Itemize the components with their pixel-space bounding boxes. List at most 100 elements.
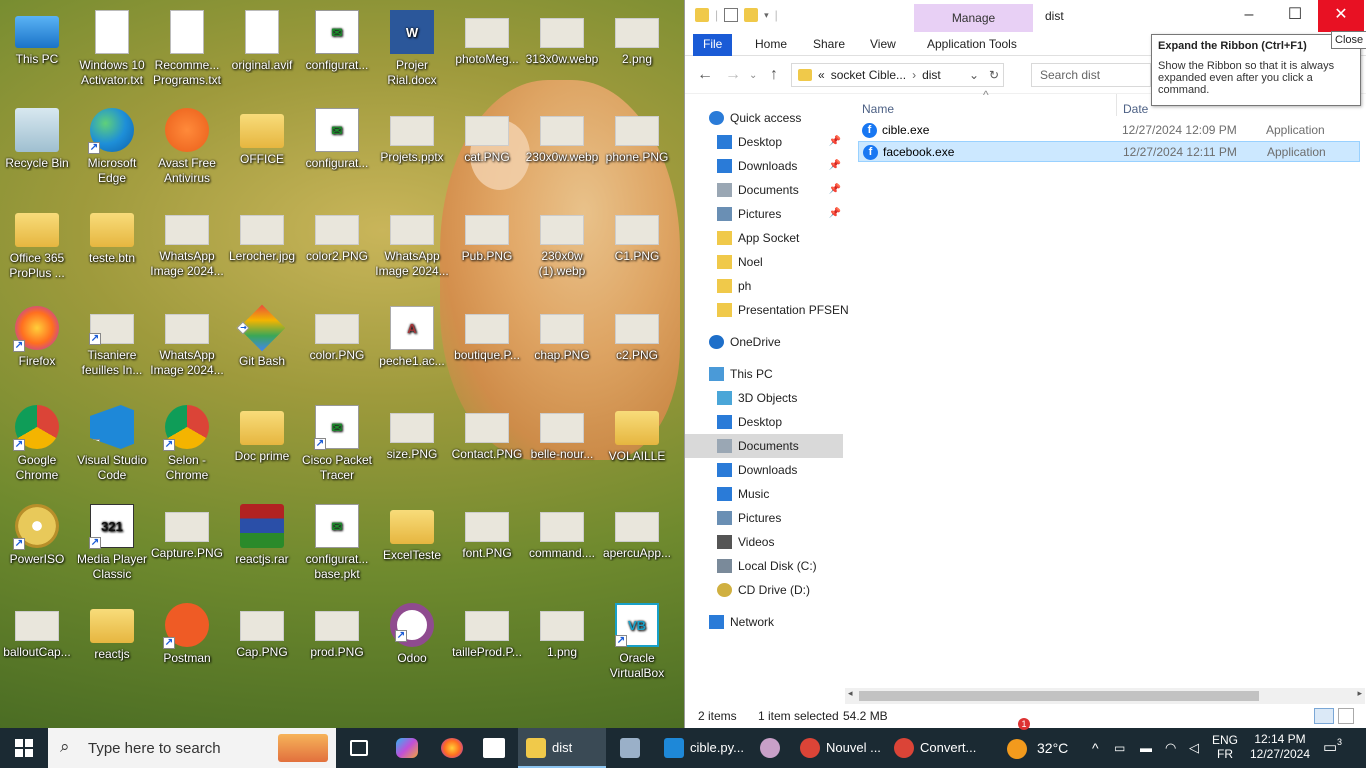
taskbar-search[interactable]: ⌕ Type here to search — [48, 728, 336, 768]
desktop-icon-thumb[interactable]: color2.PNG — [300, 203, 374, 264]
nav-item[interactable]: Videos — [685, 530, 843, 554]
nav-item[interactable]: Downloads 📌 — [685, 154, 843, 178]
back-arrow-icon[interactable]: ← — [697, 66, 713, 84]
desktop-icon-thumb[interactable]: Contact.PNG — [450, 401, 524, 462]
desktop-icon-thumb[interactable]: prod.PNG — [300, 599, 374, 660]
desktop-icon-thumb[interactable]: tailleProd.P... — [450, 599, 524, 660]
desktop-icon-thumb[interactable]: apercuApp... — [600, 500, 674, 561]
folder-icon[interactable] — [695, 8, 709, 22]
desktop-icon-pkt[interactable]: ✉ configurat... — [300, 6, 374, 73]
ribbon-tab-view[interactable]: View — [860, 34, 906, 56]
desktop-icon-folder[interactable]: Doc prime — [225, 401, 299, 464]
desktop-icon-thumb[interactable]: phone.PNG — [600, 104, 674, 165]
volume-icon[interactable]: ◁ — [1189, 728, 1199, 768]
desktop-icon-firefox[interactable]: ↗ Firefox — [0, 302, 74, 369]
taskbar-app[interactable]: Convert... — [886, 728, 982, 768]
nav-item[interactable]: Desktop 📌 — [685, 130, 843, 154]
nav-item[interactable]: App Socket — [685, 226, 843, 250]
taskbar-app[interactable] — [752, 728, 790, 768]
nav-item[interactable]: Quick access — [685, 106, 843, 130]
nav-item[interactable]: CD Drive (D:) — [685, 578, 843, 602]
desktop-icon-thumb[interactable]: WhatsApp Image 2024... — [375, 203, 449, 279]
desktop-icon-thumb[interactable]: 2.png — [600, 6, 674, 67]
nav-item[interactable]: Local Disk (C:) — [685, 554, 843, 578]
desktop-icon-disc[interactable]: ↗ PowerISO — [0, 500, 74, 567]
desktop-icon-odoo[interactable]: ↗ Odoo — [375, 599, 449, 666]
desktop-icon-thumb[interactable]: 1.png — [525, 599, 599, 660]
ribbon-tab-home[interactable]: Home — [745, 34, 797, 56]
desktop-icon-thumb[interactable]: chap.PNG — [525, 302, 599, 363]
scroll-right-icon[interactable]: ▸ — [1357, 688, 1362, 699]
new-folder-icon[interactable] — [744, 8, 759, 22]
desktop-icon-folder[interactable]: reactjs — [75, 599, 149, 662]
recent-chevron-icon[interactable]: ⌄ — [749, 70, 757, 81]
desktop-icon-postman[interactable]: ↗ Postman — [150, 599, 224, 666]
up-arrow-icon[interactable]: ↑ — [770, 66, 778, 84]
desktop-icon-thumb[interactable]: balloutCap... — [0, 599, 74, 660]
desktop-icon-folder[interactable]: ExcelTeste — [375, 500, 449, 563]
nav-item[interactable]: Pictures 📌 — [685, 202, 843, 226]
address-dropdown-icon[interactable]: ⌄ — [969, 68, 979, 82]
breadcrumb-segment[interactable]: socket Cible... — [831, 68, 906, 82]
desktop-icon-chrome[interactable]: ↗ Google Chrome — [0, 401, 74, 483]
ribbon-tab-application-tools[interactable]: Application Tools — [917, 34, 1027, 56]
desktop-icon-word[interactable]: W Projer Rial.docx — [375, 6, 449, 88]
taskbar-app[interactable]: cible.py... — [656, 728, 750, 768]
desktop-icon-thumb[interactable]: Cap.PNG — [225, 599, 299, 660]
desktop-icon-vbox[interactable]: VB ↗ Oracle VirtualBox — [600, 599, 674, 681]
nav-item[interactable]: Documents 📌 — [685, 178, 843, 202]
desktop-icon-thumb[interactable]: 230x0w.webp — [525, 104, 599, 165]
nav-item[interactable]: This PC — [685, 362, 843, 386]
scroll-left-icon[interactable]: ◂ — [848, 688, 853, 699]
desktop-icon-pc[interactable]: This PC — [0, 6, 74, 67]
minimize-button[interactable]: – — [1226, 0, 1272, 32]
large-icons-view-icon[interactable] — [1338, 708, 1354, 724]
language-indicator[interactable]: ENG FR — [1212, 728, 1238, 768]
desktop-icon-edge[interactable]: ↗ Microsoft Edge — [75, 104, 149, 186]
desktop-icon-pkt[interactable]: ✉ configurat... — [300, 104, 374, 171]
wifi-icon[interactable]: ◠ — [1165, 728, 1176, 768]
desktop-icon-thumb[interactable]: C1.PNG — [600, 203, 674, 264]
copilot-icon[interactable] — [396, 738, 418, 758]
file-row[interactable]: f cible.exe 12/27/2024 12:09 PM Application — [858, 120, 1360, 141]
desktop-icon-pkt[interactable]: ✉ configurat... base.pkt — [300, 500, 374, 582]
nav-item[interactable]: Network — [685, 610, 843, 634]
column-header-date[interactable]: Date — [1123, 102, 1148, 120]
desktop-icon-git[interactable]: ↗ Git Bash — [225, 302, 299, 369]
manage-tab[interactable]: Manage — [914, 4, 1033, 32]
breadcrumb-prefix[interactable]: « — [818, 68, 825, 82]
nav-item[interactable]: Desktop — [685, 410, 843, 434]
desktop-icon-folder[interactable]: teste.btn — [75, 203, 149, 266]
desktop-icon-thumb[interactable]: belle-nour... — [525, 401, 599, 462]
file-row[interactable]: f facebook.exe 12/27/2024 12:11 PM Applicat… — [858, 141, 1360, 162]
maximize-button[interactable]: ☐ — [1272, 0, 1318, 32]
desktop-icon-folder[interactable]: VOLAILLE — [600, 401, 674, 464]
show-hidden-icons-icon[interactable]: ^ — [1092, 728, 1099, 768]
desktop-icon-thumb[interactable]: color.PNG — [300, 302, 374, 363]
taskbar-app[interactable] — [612, 728, 654, 768]
desktop-icon-avast[interactable]: Avast Free Antivirus — [150, 104, 224, 186]
nav-item[interactable]: Documents — [685, 434, 843, 458]
desktop-icon-mpc[interactable]: 321 ↗ Media Player Classic — [75, 500, 149, 582]
desktop-icon-thumb[interactable]: size.PNG — [375, 401, 449, 462]
desktop-icon-thumb[interactable]: Lerocher.jpg — [225, 203, 299, 264]
meet-now-icon[interactable]: ▭ — [1114, 728, 1125, 768]
forward-arrow-icon[interactable]: → — [725, 66, 741, 84]
desktop-icon-thumb[interactable]: boutique.P... — [450, 302, 524, 363]
battery-icon[interactable]: ▬ — [1140, 728, 1152, 768]
desktop-icon-thumb[interactable]: cat.PNG — [450, 104, 524, 165]
breadcrumb-segment[interactable]: dist — [922, 68, 941, 82]
taskbar-app[interactable]: dist — [518, 728, 606, 768]
desktop-icon-thumb[interactable]: font.PNG — [450, 500, 524, 561]
desktop-icon-thumb[interactable]: command.... — [525, 500, 599, 561]
desktop-icon-access[interactable]: Apeche1.ac... — [375, 302, 449, 369]
nav-item[interactable]: Noel — [685, 250, 843, 274]
nav-item[interactable]: Pictures — [685, 506, 843, 530]
ribbon-tab-file[interactable]: File — [693, 34, 733, 56]
desktop-icon-doc[interactable]: original.avif — [225, 6, 299, 73]
properties-icon[interactable] — [724, 8, 739, 22]
taskbar-app[interactable]: Nouvel ... — [792, 728, 884, 768]
desktop-icon-thumb[interactable]: photoMeg... — [450, 6, 524, 67]
details-view-icon[interactable] — [1314, 708, 1334, 724]
desktop-icon-thumb[interactable]: ↗ Tisaniere feuilles In... — [75, 302, 149, 378]
